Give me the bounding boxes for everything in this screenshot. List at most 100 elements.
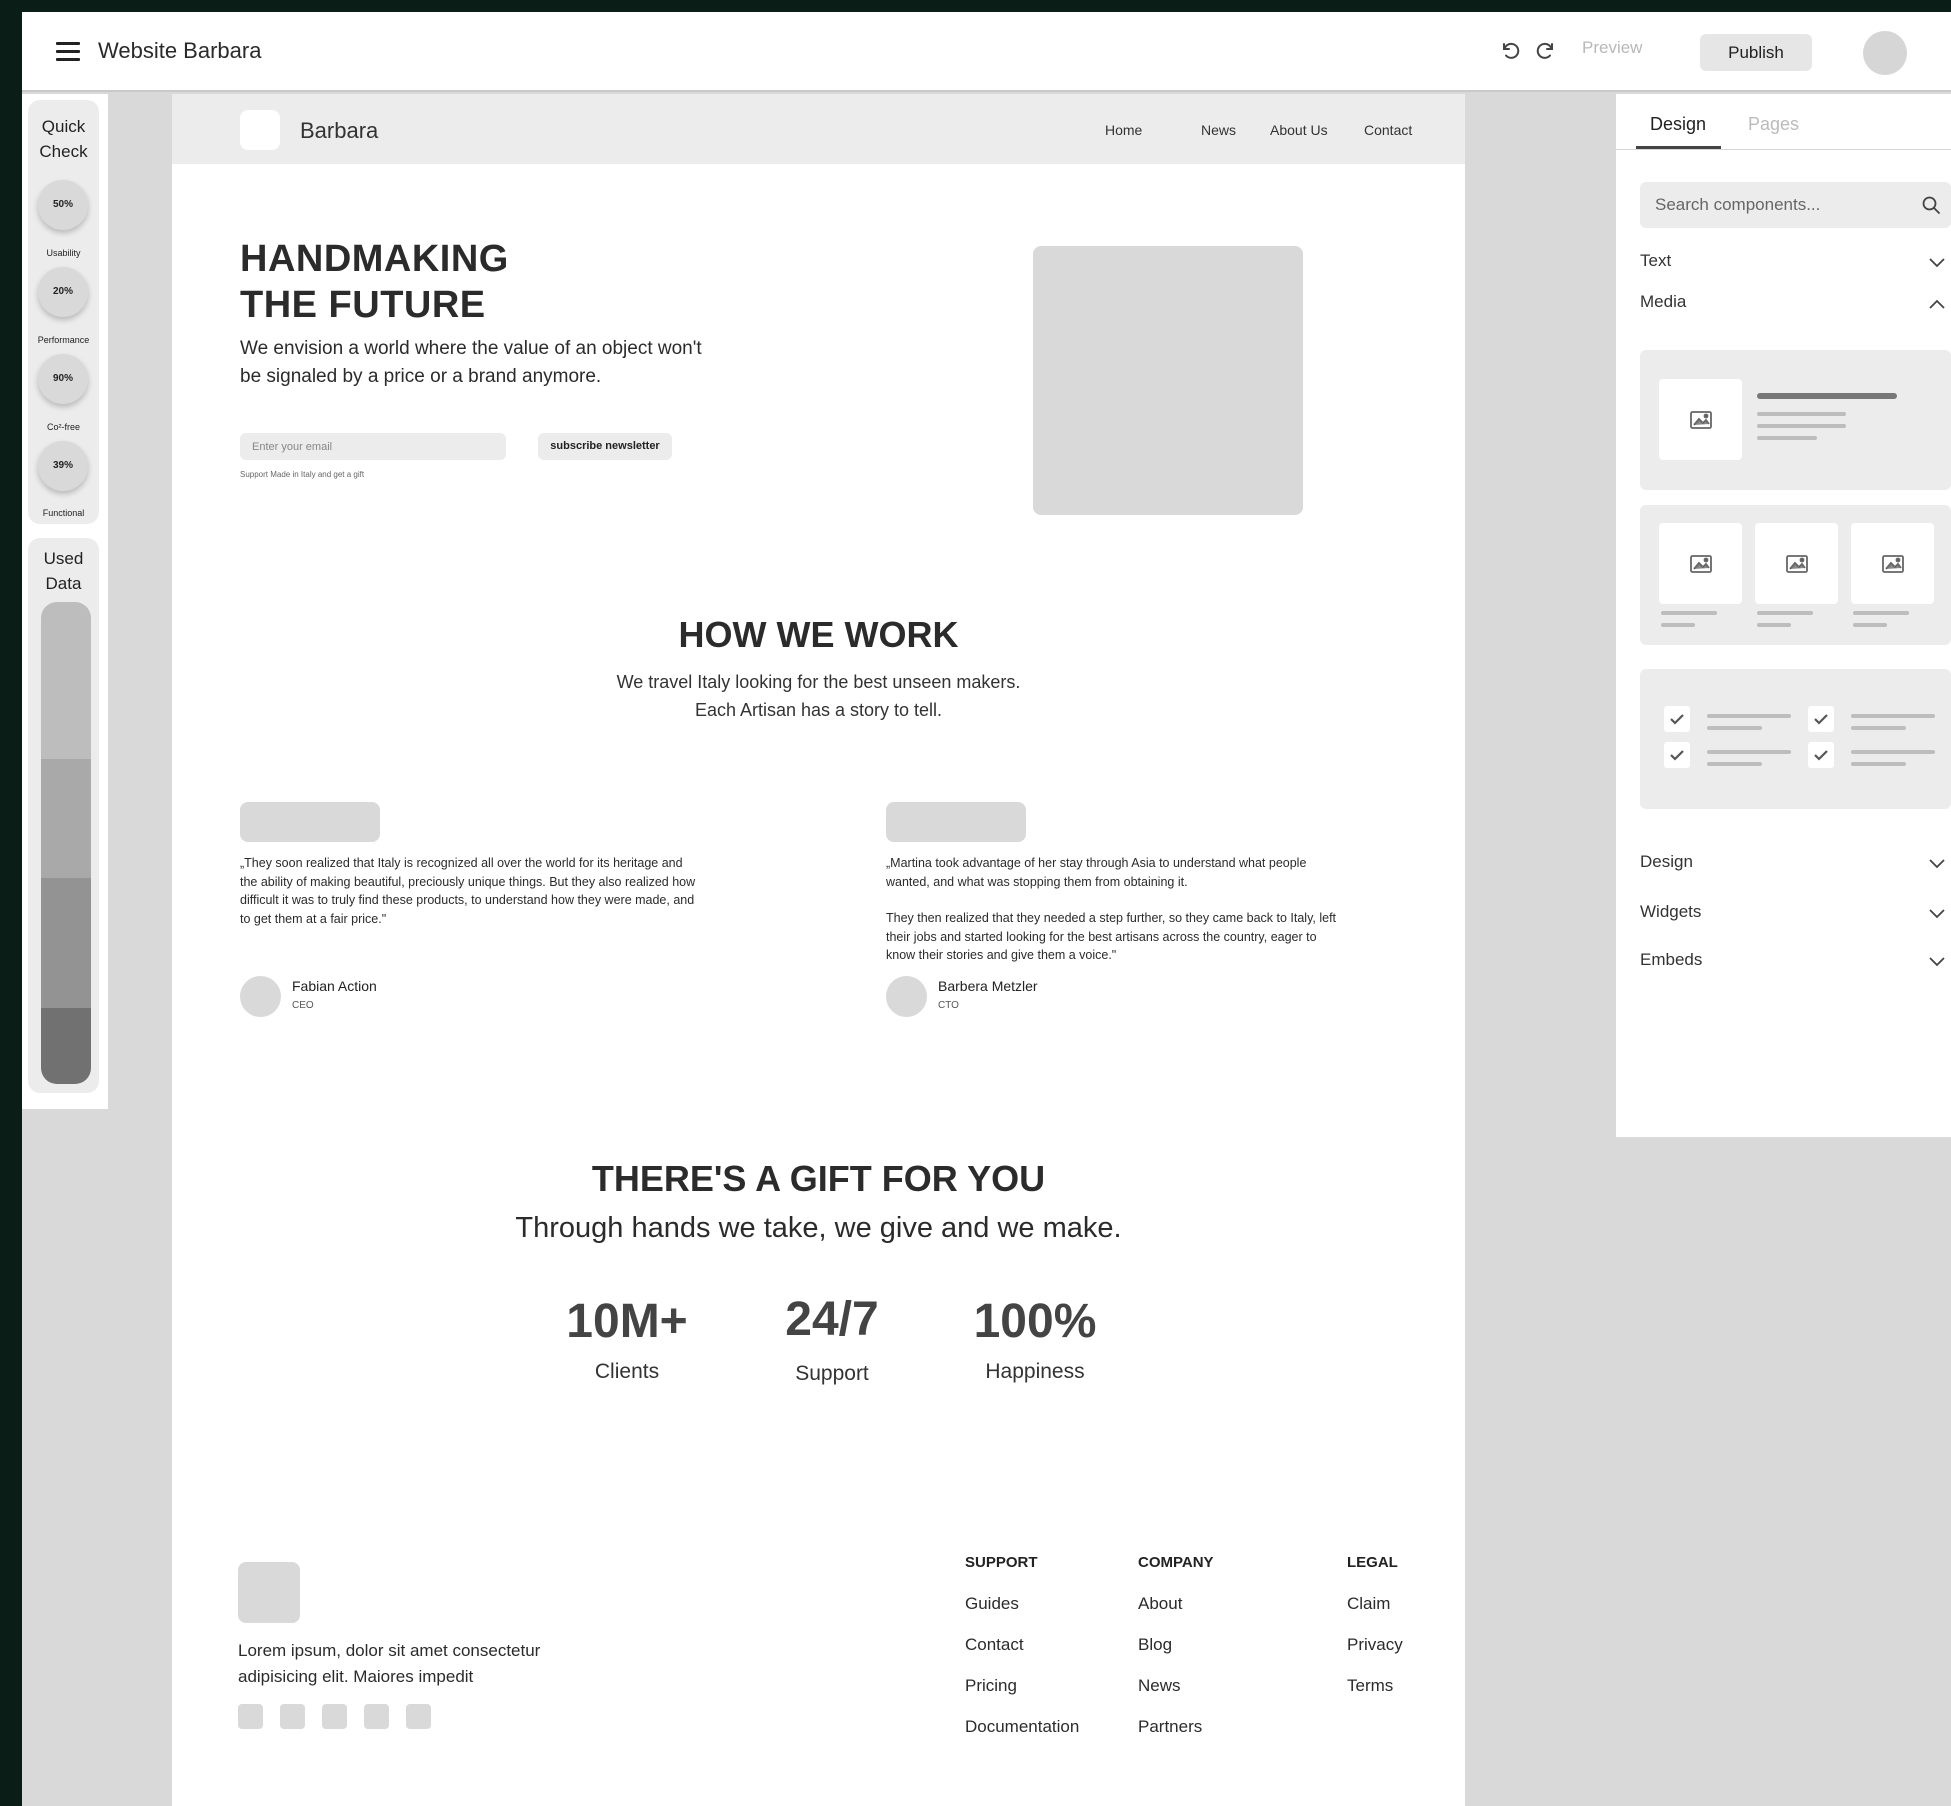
- publish-button[interactable]: Publish: [1700, 34, 1812, 71]
- check-icon: [1664, 706, 1690, 732]
- app-title: Website Barbara: [98, 38, 262, 63]
- image-placeholder-icon: [1755, 523, 1838, 604]
- section-widgets[interactable]: Widgets: [1640, 902, 1701, 922]
- section-design[interactable]: Design: [1640, 852, 1693, 872]
- functional-gauge[interactable]: 39%: [38, 441, 88, 491]
- menu-icon[interactable]: [56, 42, 80, 62]
- quick-check-title: Quick Check: [28, 114, 99, 164]
- usability-gauge[interactable]: 50%: [38, 180, 88, 230]
- section-embeds[interactable]: Embeds: [1640, 950, 1702, 970]
- testimonial-quote-text: „Martina took advantage of her stay thro…: [886, 856, 1307, 889]
- how-we-work-subtitle-line1: We travel Italy looking for the best uns…: [616, 672, 1021, 692]
- hero-title: HANDMAKING THE FUTURE: [240, 236, 509, 328]
- line-placeholder: [1757, 424, 1846, 428]
- chevron-down-icon[interactable]: [1926, 907, 1948, 921]
- nav-link-home[interactable]: Home: [1105, 122, 1142, 138]
- chevron-down-icon[interactable]: [1926, 256, 1948, 270]
- site-logo[interactable]: [240, 110, 280, 150]
- testimonial-tag: [240, 802, 380, 842]
- footer-logo[interactable]: [238, 1562, 300, 1623]
- social-icon[interactable]: [364, 1704, 389, 1729]
- user-avatar[interactable]: [1863, 31, 1907, 75]
- line-placeholder: [1851, 762, 1906, 766]
- used-data-title-line1: Used: [43, 549, 84, 568]
- media-component-image-text[interactable]: [1640, 350, 1951, 490]
- line-placeholder: [1851, 750, 1935, 754]
- line-placeholder: [1757, 623, 1791, 627]
- media-component-checklist[interactable]: [1640, 669, 1951, 809]
- testimonial-quote-text: They then realized that they needed a st…: [886, 911, 1337, 962]
- top-bar: Website Barbara Preview Publish: [22, 12, 1951, 92]
- chevron-down-icon[interactable]: [1926, 857, 1948, 871]
- footer-link[interactable]: Documentation: [965, 1717, 1079, 1737]
- footer-text: Lorem ipsum, dolor sit amet consectetur …: [238, 1641, 541, 1686]
- section-text[interactable]: Text: [1640, 251, 1671, 271]
- footer-link[interactable]: Claim: [1347, 1594, 1390, 1614]
- line-placeholder: [1853, 623, 1887, 627]
- how-we-work-title: HOW WE WORK: [678, 614, 959, 655]
- nav-link-news[interactable]: News: [1201, 122, 1236, 138]
- testimonial-tag: [886, 802, 1026, 842]
- stat-label-support: Support: [795, 1362, 869, 1385]
- gauge-label: Performance: [37, 335, 90, 345]
- avatar: [886, 976, 927, 1017]
- section-media[interactable]: Media: [1640, 292, 1686, 312]
- editor-app: Website Barbara Preview Publish Quick Ch…: [22, 12, 1951, 1806]
- footer-link[interactable]: Privacy: [1347, 1635, 1403, 1655]
- line-placeholder: [1707, 726, 1762, 730]
- quick-check-card: Quick Check 50% Usability 20% Performanc…: [28, 100, 99, 524]
- used-data-segment: [41, 1008, 91, 1084]
- used-data-card: Used Data: [28, 538, 99, 1093]
- gift-title: THERE'S A GIFT FOR YOU: [591, 1158, 1046, 1199]
- components-panel: Design Pages Text Media: [1616, 94, 1951, 1137]
- undo-icon[interactable]: [1498, 39, 1524, 65]
- footer-link[interactable]: Blog: [1138, 1635, 1172, 1655]
- stat-value-support: 24/7: [785, 1293, 879, 1346]
- redo-icon[interactable]: [1532, 39, 1558, 65]
- tab-pages[interactable]: Pages: [1748, 114, 1799, 135]
- social-icon[interactable]: [322, 1704, 347, 1729]
- social-icon[interactable]: [238, 1704, 263, 1729]
- chevron-down-icon[interactable]: [1926, 955, 1948, 969]
- footer-link[interactable]: Partners: [1138, 1717, 1202, 1737]
- chevron-up-icon[interactable]: [1926, 297, 1948, 311]
- footer-link[interactable]: News: [1138, 1676, 1181, 1696]
- hero-image-placeholder[interactable]: [1033, 246, 1303, 515]
- hero-title-line1: HANDMAKING: [240, 238, 509, 280]
- website-canvas: Barbara Home News About Us Contact HANDM…: [172, 94, 1465, 1806]
- subscribe-button[interactable]: subscribe newsletter: [538, 433, 672, 460]
- hero-title-line2: THE FUTURE: [240, 284, 486, 326]
- footer-link[interactable]: Pricing: [965, 1676, 1017, 1696]
- testimonial-name: Barbera Metzler: [938, 978, 1038, 994]
- stat-value-happiness: 100%: [973, 1295, 1097, 1348]
- check-icon: [1664, 742, 1690, 768]
- footer-link[interactable]: Contact: [965, 1635, 1024, 1655]
- used-data-title: Used Data: [28, 546, 99, 596]
- search-icon[interactable]: [1921, 195, 1941, 215]
- line-placeholder: [1757, 393, 1897, 399]
- preview-button[interactable]: Preview: [1582, 38, 1642, 58]
- testimonial-quote: „They soon realized that Italy is recogn…: [240, 854, 700, 928]
- used-data-bar[interactable]: [41, 602, 91, 1084]
- performance-gauge[interactable]: 20%: [38, 267, 88, 317]
- nav-link-about-us[interactable]: About Us: [1270, 122, 1328, 138]
- image-placeholder-icon: [1851, 523, 1934, 604]
- tab-design[interactable]: Design: [1650, 114, 1706, 135]
- used-data-segment: [41, 602, 91, 759]
- footer-link[interactable]: Guides: [965, 1594, 1019, 1614]
- footer-link[interactable]: Terms: [1347, 1676, 1393, 1696]
- nav-link-contact[interactable]: Contact: [1364, 122, 1412, 138]
- footer-link[interactable]: About: [1138, 1594, 1182, 1614]
- testimonial-quote: „Martina took advantage of her stay thro…: [886, 854, 1346, 965]
- used-data-segment: [41, 759, 91, 878]
- social-icon[interactable]: [280, 1704, 305, 1729]
- stat-value-clients: 10M+: [566, 1295, 688, 1348]
- media-component-gallery[interactable]: [1640, 505, 1951, 645]
- co2-free-gauge[interactable]: 90%: [38, 354, 88, 404]
- check-icon: [1808, 706, 1834, 732]
- used-data-title-line2: Data: [45, 574, 82, 593]
- social-icon[interactable]: [406, 1704, 431, 1729]
- search-input[interactable]: [1640, 182, 1920, 228]
- email-input[interactable]: [240, 433, 506, 460]
- stat-label-clients: Clients: [594, 1360, 660, 1383]
